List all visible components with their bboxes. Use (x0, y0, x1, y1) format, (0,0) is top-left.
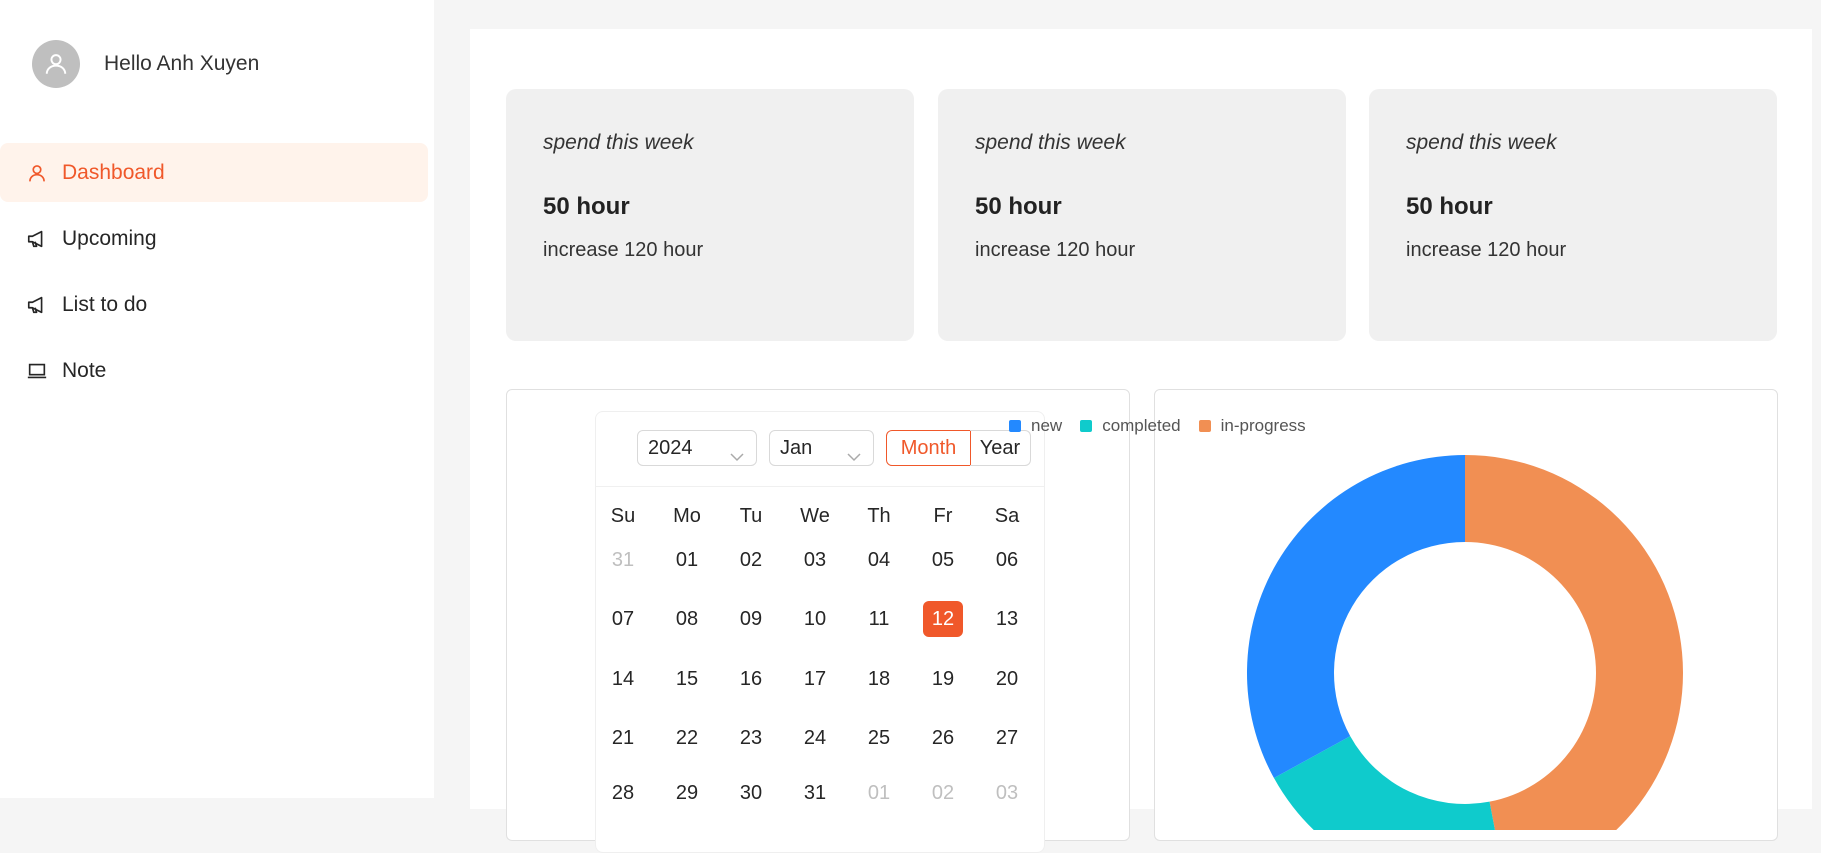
calendar-day[interactable]: 02 (923, 775, 963, 811)
stat-change: increase 120 hour (543, 239, 704, 261)
calendar-day[interactable]: 10 (795, 601, 835, 637)
calendar-day[interactable]: 16 (731, 661, 771, 697)
weekday-header: Sa (994, 505, 1020, 527)
avatar[interactable] (32, 40, 80, 88)
weekday-header: Mo (673, 505, 701, 527)
calendar-day[interactable]: 18 (859, 661, 899, 697)
stat-change: increase 120 hour (975, 239, 1136, 261)
calendar-day[interactable]: 29 (667, 775, 707, 811)
laptop-icon (26, 360, 48, 382)
chevron-down-icon (730, 441, 744, 475)
calendar-day[interactable]: 12 (923, 601, 963, 637)
calendar-day[interactable]: 09 (731, 601, 771, 637)
calendar-day[interactable]: 30 (731, 775, 771, 811)
legend-item-new[interactable]: new (1009, 416, 1062, 436)
calendar-day[interactable]: 06 (987, 542, 1027, 578)
sidebar-item-note[interactable]: Note (0, 341, 428, 400)
calendar-day[interactable]: 03 (987, 775, 1027, 811)
sidebar: Hello Anh Xuyen Dashboard Upcoming List … (0, 0, 434, 798)
weekday-header: We (800, 505, 830, 527)
stat-title: spend this week (975, 131, 1126, 154)
calendar-day[interactable]: 17 (795, 661, 835, 697)
calendar-day[interactable]: 31 (795, 775, 835, 811)
sidebar-menu: Dashboard Upcoming List to do Note (0, 143, 428, 407)
calendar-day[interactable]: 27 (987, 720, 1027, 756)
sidebar-item-label: Upcoming (62, 226, 157, 250)
calendar-day[interactable]: 03 (795, 542, 835, 578)
calendar-day[interactable]: 19 (923, 661, 963, 697)
year-select-value: 2024 (648, 437, 693, 459)
calendar-day[interactable]: 23 (731, 720, 771, 756)
weekday-header: Th (867, 505, 891, 527)
calendar-day[interactable]: 25 (859, 720, 899, 756)
donut-slice-in-progress[interactable] (1465, 455, 1683, 830)
calendar-day[interactable]: 15 (667, 661, 707, 697)
legend-swatch (1080, 420, 1093, 432)
weekday-header: Su (610, 505, 636, 527)
month-select-value: Jan (780, 437, 813, 459)
calendar-day[interactable]: 31 (603, 542, 643, 578)
calendar-day[interactable]: 07 (603, 601, 643, 637)
sidebar-item-dashboard[interactable]: Dashboard (0, 143, 428, 202)
stat-card: spend this week 50 hour increase 120 hou… (938, 89, 1346, 341)
calendar-day[interactable]: 08 (667, 601, 707, 637)
calendar-day[interactable]: 11 (859, 601, 899, 637)
stat-value: 50 hour (975, 193, 1062, 220)
megaphone-icon (26, 228, 48, 250)
megaphone-icon (26, 294, 48, 316)
stat-change: increase 120 hour (1406, 239, 1567, 261)
calendar-day[interactable]: 04 (859, 542, 899, 578)
calendar-day[interactable]: 22 (667, 720, 707, 756)
donut-chart (1247, 454, 1683, 830)
legend-swatch (1009, 420, 1021, 432)
calendar-panel: 2024 Jan Month Year Su Mo Tu We Th Fr Sa 31 01 02… (506, 389, 1130, 853)
calendar-day[interactable]: 14 (603, 661, 643, 697)
main-content: spend this week 50 hour increase 120 hou… (470, 29, 1812, 853)
calendar-header: 2024 Jan Month Year (596, 412, 1044, 487)
user-greeting: Hello Anh Xuyen (104, 52, 260, 75)
calendar-day[interactable]: 05 (923, 542, 963, 578)
user-profile[interactable]: Hello Anh Xuyen (32, 40, 259, 88)
chart-panel: new completed in-progress (1009, 389, 1778, 841)
calendar: 2024 Jan Month Year Su Mo Tu We Th Fr Sa 31 01 02… (595, 411, 1045, 853)
year-select[interactable]: 2024 (637, 430, 757, 466)
calendar-day[interactable]: 24 (795, 720, 835, 756)
mode-month-button[interactable]: Month (886, 430, 971, 466)
sidebar-item-label: Note (62, 358, 107, 382)
stat-title: spend this week (543, 131, 694, 154)
calendar-day[interactable]: 26 (923, 720, 963, 756)
calendar-day[interactable]: 01 (859, 775, 899, 811)
sidebar-item-upcoming[interactable]: Upcoming (0, 209, 428, 268)
stat-card: spend this week 50 hour increase 120 hou… (1369, 89, 1777, 341)
chevron-down-icon (847, 441, 861, 475)
stat-card: spend this week 50 hour increase 120 hou… (506, 89, 914, 341)
calendar-day[interactable]: 21 (603, 720, 643, 756)
person-icon (45, 54, 67, 74)
stat-value: 50 hour (543, 193, 630, 220)
calendar-day[interactable]: 02 (731, 542, 771, 578)
calendar-day[interactable]: 01 (667, 542, 707, 578)
sidebar-item-list-to-do[interactable]: List to do (0, 275, 428, 334)
legend-label: new (1031, 416, 1063, 435)
sidebar-item-label: Dashboard (62, 160, 165, 184)
weekday-header: Tu (739, 505, 763, 527)
donut-slice-new[interactable] (1247, 454, 1465, 779)
stat-value: 50 hour (1406, 193, 1493, 220)
user-icon (26, 162, 48, 184)
weekday-header: Fr (933, 505, 953, 527)
calendar-day[interactable]: 13 (987, 601, 1027, 637)
month-select[interactable]: Jan (769, 430, 874, 466)
stat-title: spend this week (1406, 131, 1557, 154)
sidebar-item-label: List to do (62, 292, 148, 316)
calendar-day[interactable]: 20 (987, 661, 1027, 697)
calendar-day[interactable]: 28 (603, 775, 643, 811)
